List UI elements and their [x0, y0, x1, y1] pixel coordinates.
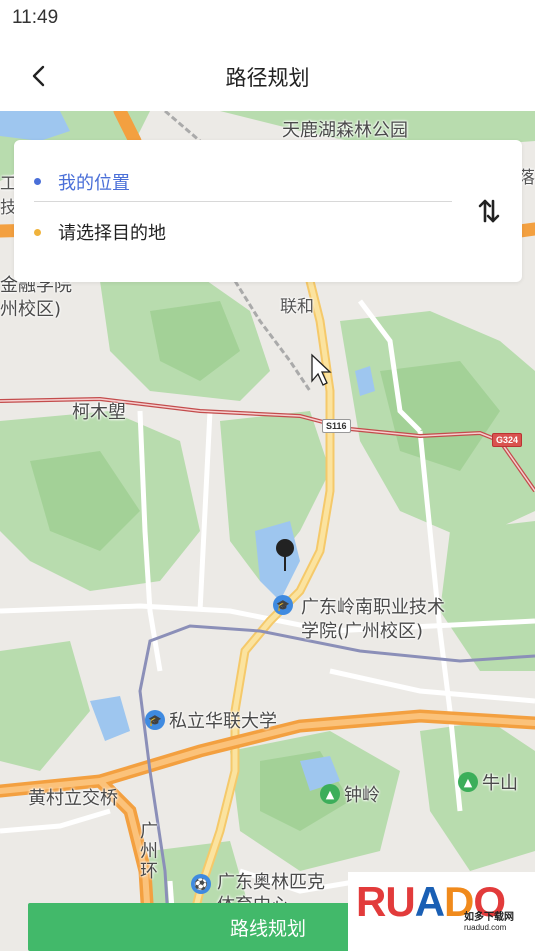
destination-placeholder: 请选择目的地 [58, 223, 166, 244]
poi-zhongling[interactable]: ▲ 钟岭 [320, 781, 380, 807]
map-label-niushan: 牛山 [482, 773, 518, 794]
page-title: 路径规划 [225, 66, 310, 90]
map-label-lianhe: 联和 [280, 297, 314, 317]
poi-lingnan[interactable]: 🎓 [273, 595, 293, 615]
map-label-lingnan-1: 广东岭南职业技术 [301, 597, 445, 618]
mountain-icon: ▲ [458, 772, 478, 792]
map-label-tianluhu: 天鹿湖森林公园 [282, 120, 408, 141]
destination-field[interactable]: 请选择目的地 [34, 212, 452, 252]
swap-vertical-icon [478, 199, 500, 223]
school-icon: 🎓 [145, 710, 165, 730]
poi-olympic[interactable]: ⚽ [191, 874, 211, 894]
map-label-jinrong-campus: 州校区) [0, 299, 62, 320]
road-shield-g324: G324 [492, 433, 523, 447]
route-card: 我的位置 请选择目的地 [14, 140, 522, 282]
poi-hualian[interactable]: 🎓 私立华联大学 [145, 707, 277, 733]
mountain-icon: ▲ [320, 784, 340, 804]
origin-field[interactable]: 我的位置 [34, 162, 452, 202]
map-label-huangcun: 黄村立交桥 [28, 788, 118, 809]
road-shield-s116: S116 [322, 419, 351, 433]
destination-dot-icon [34, 228, 41, 236]
watermark-logo: RUADO 如多下载网 ruadud.com [348, 872, 535, 951]
stadium-icon: ⚽ [191, 874, 211, 894]
school-icon: 🎓 [273, 595, 293, 615]
map-label-hualian: 私立华联大学 [169, 711, 277, 732]
watermark-url: ruadud.com [464, 923, 507, 932]
origin-label: 我的位置 [58, 172, 130, 194]
map-label-guangzhou-ring: 广州环 [137, 821, 158, 881]
map-label-lingnan-2: 学院(广州校区) [301, 621, 424, 642]
swap-button[interactable] [474, 196, 504, 226]
status-bar: 11:49 [0, 0, 535, 38]
status-time: 11:49 [12, 7, 59, 28]
watermark-subtitle: 如多下载网 [464, 912, 514, 923]
origin-dot-icon [34, 178, 41, 185]
map-label-zhongling: 钟岭 [344, 785, 380, 806]
map-label-kemuliang: 柯木塱 [72, 402, 126, 423]
poi-niushan[interactable]: ▲ 牛山 [458, 769, 518, 795]
nav-bar: 路径规划 [0, 38, 535, 112]
